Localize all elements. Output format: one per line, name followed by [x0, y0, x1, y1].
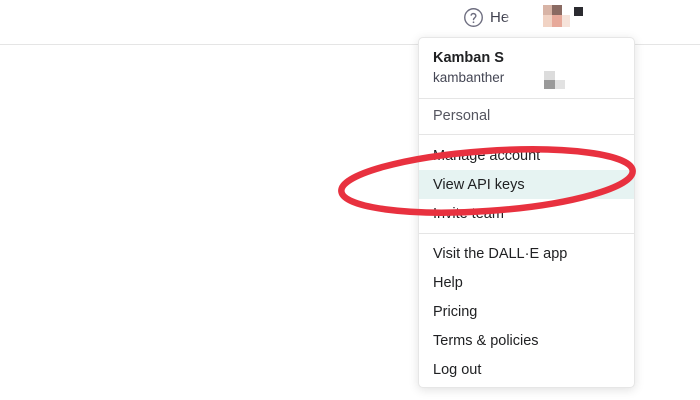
- menu-section-personal: Personal: [433, 107, 491, 124]
- help-link[interactable]: He: [463, 5, 509, 29]
- blur-pixel: [544, 71, 555, 80]
- avatar-pixel: [574, 7, 583, 16]
- menu-item-view-api-keys[interactable]: View API keys: [419, 170, 634, 199]
- menu-divider: [419, 233, 634, 234]
- menu-item-manage-account[interactable]: Manage account: [419, 141, 634, 170]
- menu-item-terms-policies[interactable]: Terms & policies: [419, 326, 634, 355]
- account-dropdown-menu: Kamban S kambanther Personal Manage acco…: [418, 37, 635, 388]
- question-circle-icon: [464, 7, 483, 27]
- menu-divider: [419, 98, 634, 99]
- menu-item-visit-dalle-app[interactable]: Visit the DALL·E app: [419, 239, 634, 268]
- menu-item-pricing[interactable]: Pricing: [419, 297, 634, 326]
- avatar[interactable]: [543, 5, 587, 27]
- user-name: Kamban S: [433, 50, 504, 66]
- avatar-pixel: [552, 15, 562, 27]
- blur-pixel: [544, 80, 555, 89]
- menu-item-log-out[interactable]: Log out: [419, 355, 634, 384]
- menu-divider: [419, 134, 634, 135]
- avatar-pixel: [552, 5, 562, 15]
- user-info: Kamban S kambanther: [419, 38, 634, 98]
- avatar-pixel: [543, 5, 552, 15]
- menu-item-invite-team[interactable]: Invite team: [419, 199, 634, 228]
- menu-item-help[interactable]: Help: [419, 268, 634, 297]
- page: He Kamban S kambanther Personal Manage a…: [0, 0, 700, 400]
- avatar-pixel: [562, 15, 570, 27]
- user-email: kambanther: [433, 70, 505, 85]
- avatar-pixel: [543, 15, 552, 27]
- pixelated-blur: [504, 6, 516, 24]
- blur-pixel: [555, 80, 565, 89]
